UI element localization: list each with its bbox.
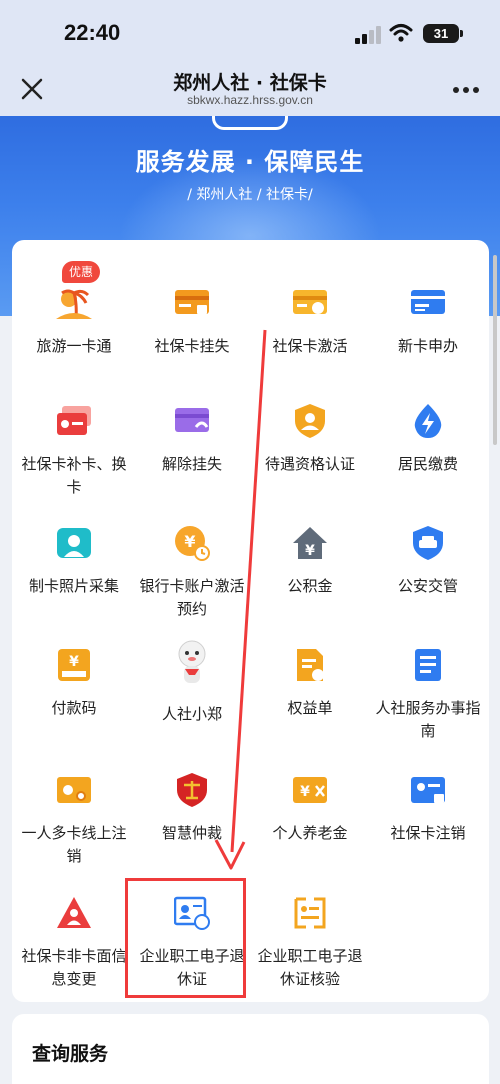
banner-slogan: 服务发展 · 保障民生 <box>135 148 365 176</box>
service-label: 企业职工电子退休证核验 <box>257 947 363 988</box>
pension-card-icon: ¥ <box>293 777 327 803</box>
house-yuan-icon: ¥ <box>293 527 327 559</box>
scrollbar[interactable] <box>493 255 497 445</box>
cellular-signal-icon <box>355 26 383 44</box>
service-label: 公积金 <box>287 577 333 595</box>
service-label: 社保卡非卡面信息变更 <box>21 947 127 988</box>
section-title: 查询服务 <box>32 1043 109 1065</box>
svg-text:¥: ¥ <box>184 532 195 551</box>
card-replace-icon <box>57 406 91 435</box>
id-card-cancel-icon <box>411 777 445 803</box>
qualification-shield-icon <box>295 404 325 438</box>
service-label: 银行卡账户激活预约 <box>139 577 245 618</box>
service-label: 公安交管 <box>397 577 458 595</box>
service-label: 一人多卡线上注销 <box>21 824 127 865</box>
banner-subtitle: / 郑州人社 / 社保卡/ <box>187 187 313 203</box>
scales-shield-icon <box>177 773 207 807</box>
service-label: 制卡照片采集 <box>28 577 119 595</box>
status-time: 22:40 <box>64 20 121 45</box>
service-label: 新卡申办 <box>397 337 458 355</box>
service-label: 社保卡注销 <box>390 824 466 842</box>
services-card: 旅游一卡通 优惠 社保卡挂失 社保卡激活 新卡申办 社保卡补卡、换卡 解除挂失 … <box>12 240 489 1002</box>
document-star-icon <box>297 649 324 681</box>
service-label: 待遇资格认证 <box>264 455 355 473</box>
card-activate-icon <box>293 290 327 314</box>
camera-icon <box>57 528 91 558</box>
wifi-icon <box>389 24 413 42</box>
yuan-clock-icon: ¥ <box>175 526 210 561</box>
query-services-section: 查询服务 <box>12 1014 489 1084</box>
page-title: 郑州人社 · 社保卡 <box>173 72 327 94</box>
yuan-tray-icon: ¥ <box>58 649 90 681</box>
service-label: 人社小郑 <box>161 705 222 723</box>
more-options-icon[interactable] <box>452 86 480 94</box>
warning-person-icon <box>57 897 91 928</box>
svg-text:¥: ¥ <box>305 543 315 559</box>
svg-text:¥: ¥ <box>300 784 310 800</box>
service-label: 社保卡挂失 <box>154 337 230 355</box>
status-bar: 22:40 31 <box>0 0 500 62</box>
service-label: 个人养老金 <box>272 824 348 842</box>
service-label: 社保卡激活 <box>272 337 348 355</box>
police-car-shield-icon <box>413 526 443 560</box>
multi-card-icon <box>57 777 91 803</box>
svg-text:¥: ¥ <box>69 654 79 670</box>
unlock-card-icon <box>175 408 209 432</box>
battery-indicator: 31 <box>423 24 459 43</box>
navigation-bar: 郑州人社 · 社保卡 sbkwx.hazz.hrss.gov.cn <box>0 62 500 116</box>
mascot-icon <box>178 640 206 683</box>
promo-badge: 优惠 <box>62 261 101 283</box>
service-label: 社保卡补卡、换卡 <box>21 455 127 496</box>
service-label: 居民缴费 <box>397 455 458 473</box>
card-lock-icon <box>175 290 209 314</box>
lightning-payment-icon <box>414 404 442 438</box>
new-card-icon <box>411 290 445 314</box>
highlight-box <box>125 878 246 998</box>
service-label: 智慧仲裁 <box>161 824 222 842</box>
service-label: 人社服务办事指南 <box>375 699 481 740</box>
banner-logo <box>212 116 288 130</box>
service-label: 权益单 <box>287 699 333 717</box>
service-label: 付款码 <box>51 699 97 717</box>
guide-document-icon <box>415 649 441 681</box>
service-label: 旅游一卡通 <box>36 337 112 355</box>
service-label: 解除挂失 <box>161 455 222 473</box>
certificate-verify-icon <box>294 897 326 929</box>
battery-tip <box>460 30 463 37</box>
tourism-icon <box>56 289 92 320</box>
page-url: sbkwx.hazz.hrss.gov.cn <box>187 93 313 107</box>
